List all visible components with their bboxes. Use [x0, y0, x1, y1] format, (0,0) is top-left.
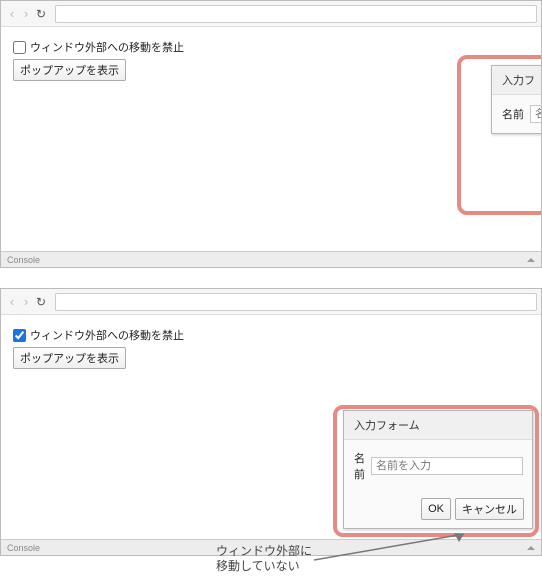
forward-icon[interactable]: › — [19, 6, 33, 21]
back-icon[interactable]: ‹ — [5, 6, 19, 21]
popup-dialog[interactable]: 入力フ 名前 — [491, 65, 541, 134]
popup-title: 入力フ — [492, 66, 541, 95]
example-checked: ‹ › ↻ ウィンドウ外部への移動を禁止 ポップアップを表示 入力フォーム 名前… — [0, 288, 542, 556]
url-field[interactable] — [55, 5, 537, 23]
show-popup-button[interactable]: ポップアップを表示 — [13, 347, 126, 369]
popup-dialog[interactable]: 入力フォーム 名前 OK キャンセル — [343, 410, 533, 529]
cancel-button[interactable]: キャンセル — [455, 498, 524, 520]
example-unchecked: ‹ › ↻ ウィンドウ外部への移動を禁止 ポップアップを表示 入力フ 名前 Co… — [0, 0, 542, 268]
popup-title: 入力フォーム — [344, 411, 532, 440]
page-body: ウィンドウ外部への移動を禁止 ポップアップを表示 入力フ 名前 — [1, 27, 541, 251]
name-label: 名前 — [502, 106, 524, 122]
reload-icon[interactable]: ↻ — [33, 295, 49, 309]
browser-toolbar: ‹ › ↻ — [1, 1, 541, 27]
back-icon[interactable]: ‹ — [5, 294, 19, 309]
prohibit-move-label: ウィンドウ外部への移動を禁止 — [30, 39, 184, 55]
prohibit-move-checkbox[interactable] — [13, 41, 26, 54]
url-field[interactable] — [55, 293, 537, 311]
annotation-arrow-icon — [314, 528, 484, 568]
chevron-up-icon — [527, 546, 535, 550]
page-body: ウィンドウ外部への移動を禁止 ポップアップを表示 入力フォーム 名前 OK キャ… — [1, 315, 541, 539]
name-input[interactable] — [371, 457, 523, 475]
console-strip[interactable]: Console — [1, 251, 541, 267]
console-label: Console — [7, 543, 40, 553]
console-label: Console — [7, 255, 40, 265]
show-popup-button[interactable]: ポップアップを表示 — [13, 59, 126, 81]
ok-button[interactable]: OK — [421, 498, 451, 520]
name-label: 名前 — [354, 450, 365, 482]
prohibit-move-label: ウィンドウ外部への移動を禁止 — [30, 327, 184, 343]
forward-icon[interactable]: › — [19, 294, 33, 309]
reload-icon[interactable]: ↻ — [33, 7, 49, 21]
chevron-up-icon — [527, 258, 535, 262]
prohibit-move-checkbox[interactable] — [13, 329, 26, 342]
browser-toolbar: ‹ › ↻ — [1, 289, 541, 315]
name-input[interactable] — [530, 105, 541, 123]
